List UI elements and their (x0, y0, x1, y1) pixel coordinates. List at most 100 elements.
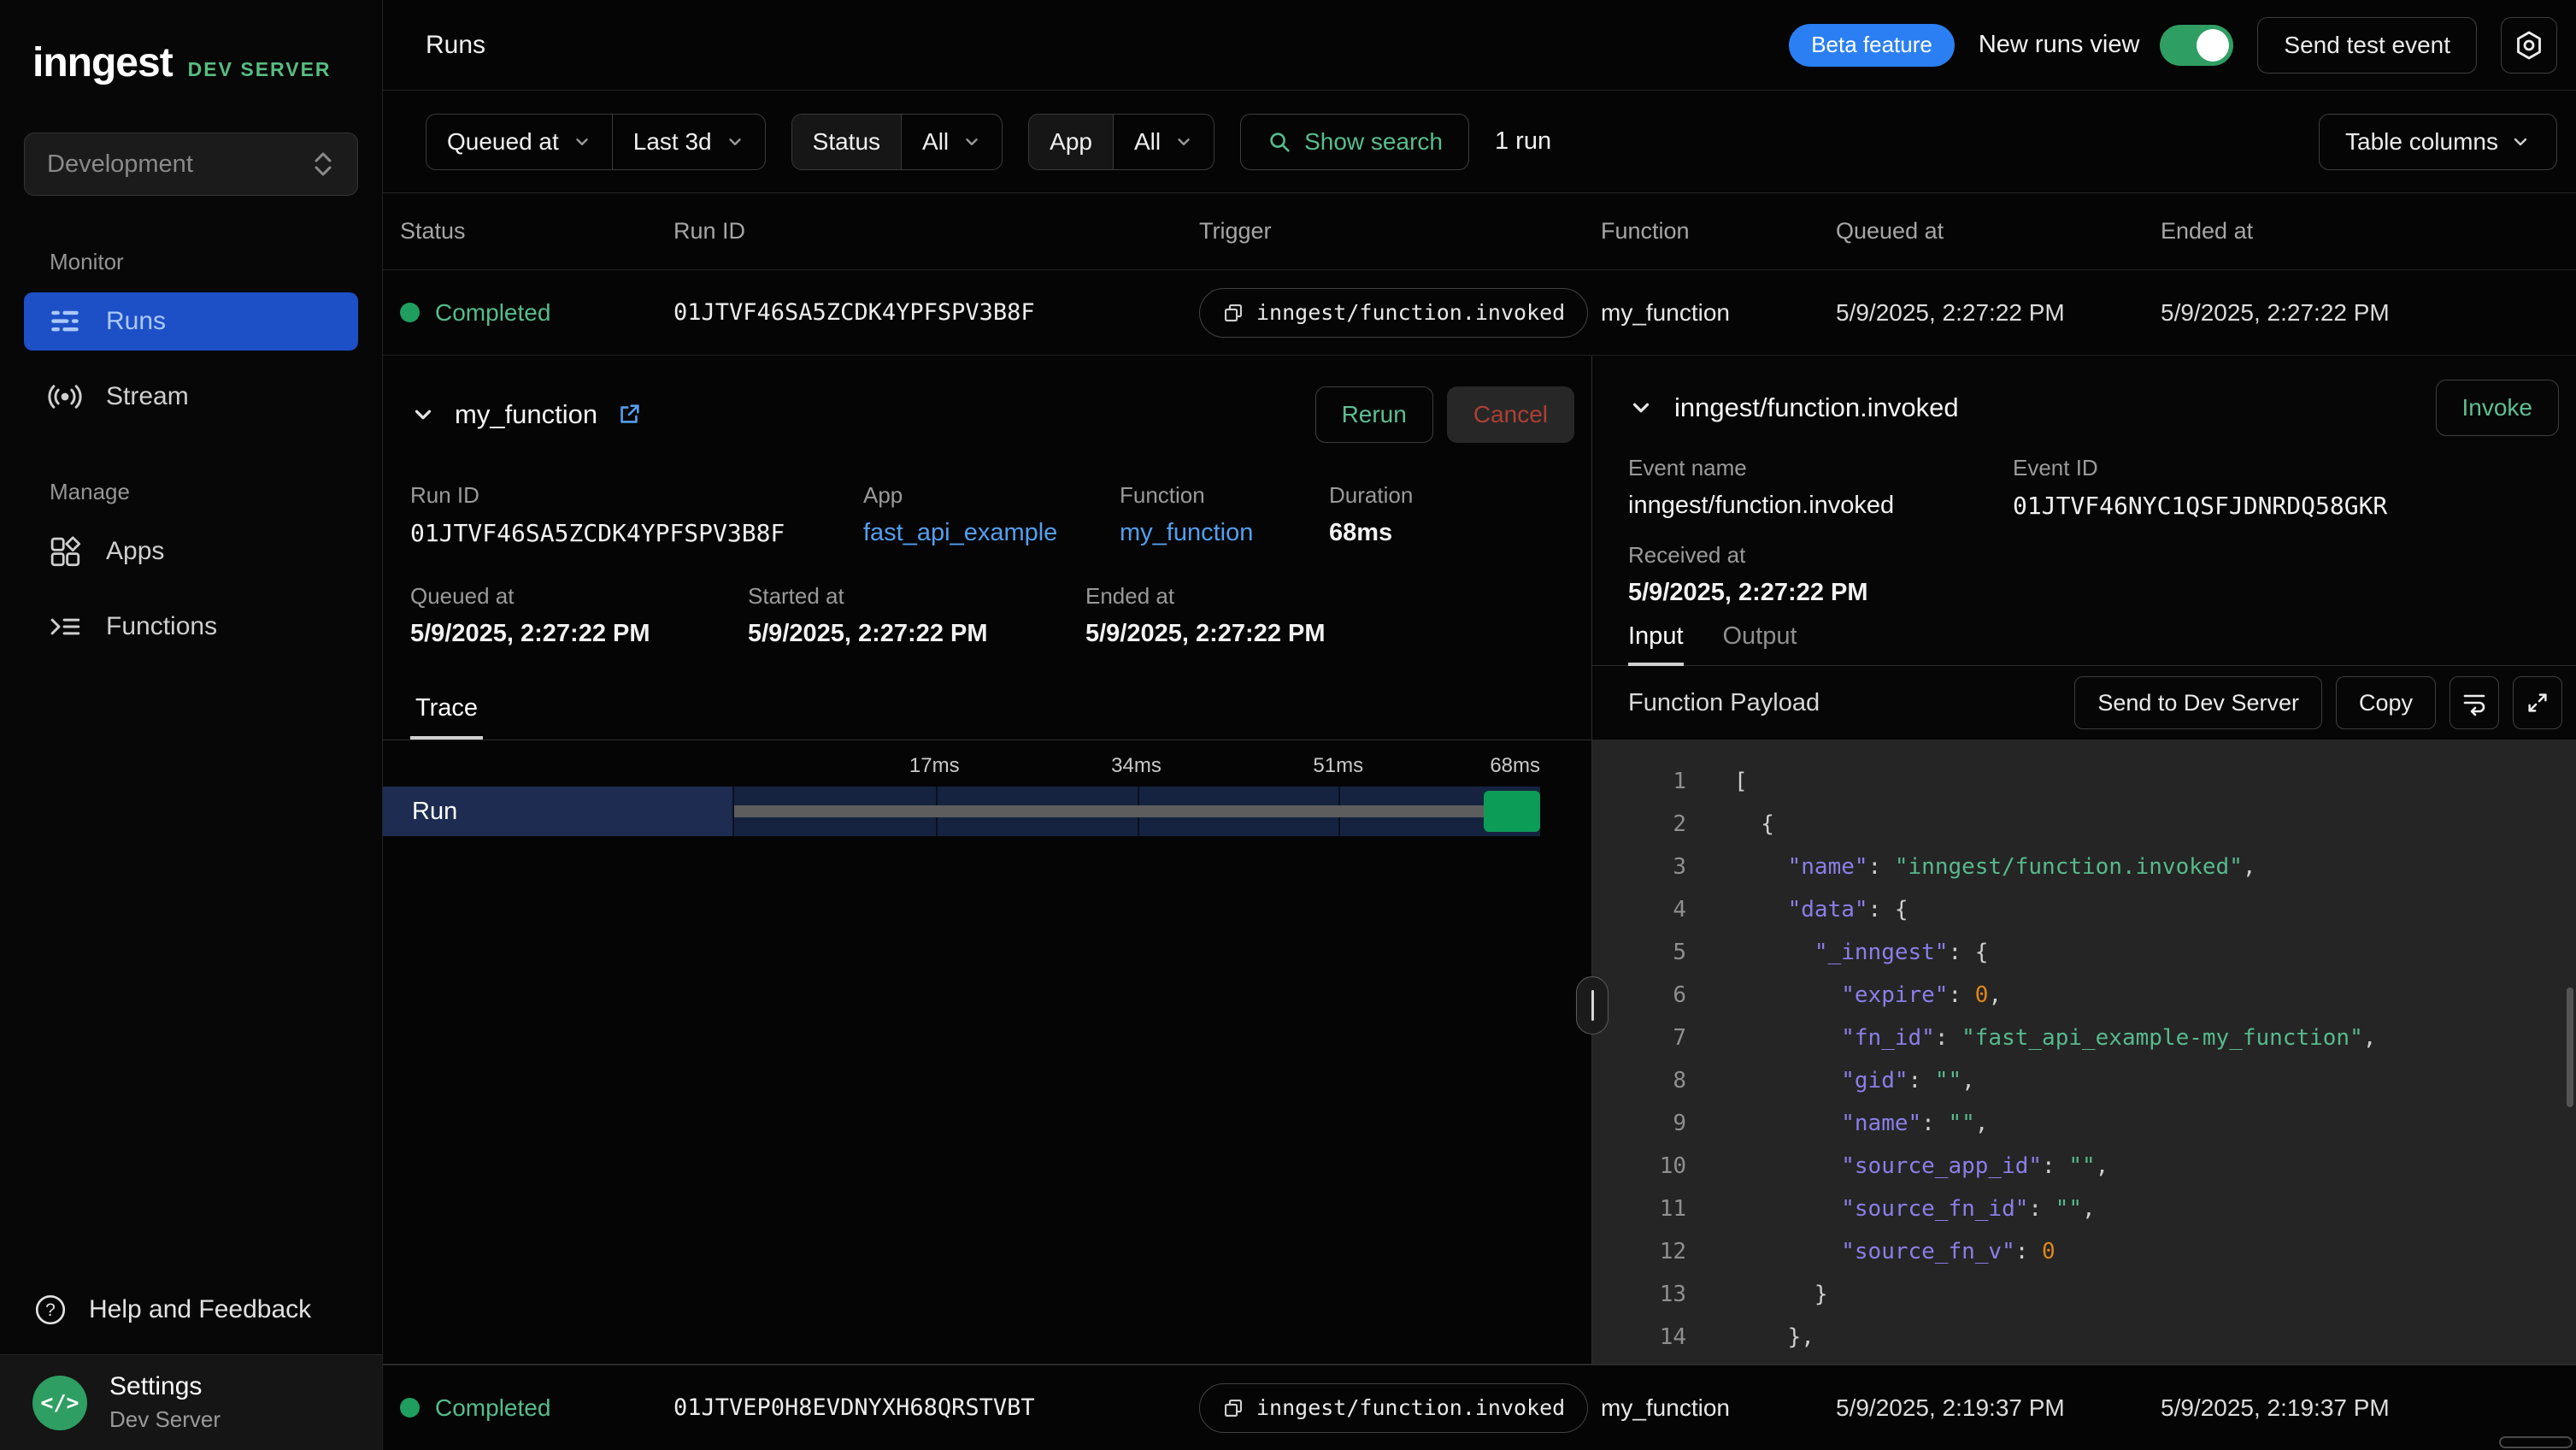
code-line: 3 "name": "inngest/function.invoked", (1592, 846, 2576, 888)
trace-row-run[interactable]: Run (383, 787, 1540, 836)
cancel-button[interactable]: Cancel (1447, 386, 1574, 443)
run-detail-header: my_function Rerun Cancel (410, 386, 1574, 443)
field-ended-at: Ended at 5/9/2025, 2:27:22 PM (1085, 583, 1574, 648)
sidebar-section-manage: Manage (50, 479, 382, 505)
code-line: 9 "name": "", (1592, 1102, 2576, 1145)
code-text: [ (1734, 760, 1748, 803)
logo-row: inngest DEV SERVER (0, 0, 382, 86)
app-filter-select[interactable]: All (1113, 115, 1214, 169)
table-columns-button[interactable]: Table columns (2319, 114, 2557, 170)
trigger-badge: inngest/function.invoked (1199, 1383, 1588, 1433)
sidebar-item-stream[interactable]: Stream (24, 368, 358, 426)
trace-duration-bar (734, 805, 1484, 817)
function-link[interactable]: my_function (1120, 519, 1329, 547)
send-to-dev-server-button[interactable]: Send to Dev Server (2074, 676, 2322, 729)
apps-icon (46, 533, 84, 569)
column-header-queued-at: Queued at (1836, 218, 2161, 245)
line-number: 13 (1592, 1273, 1686, 1316)
rerun-button[interactable]: Rerun (1315, 386, 1433, 443)
field-event-id: Event ID 01JTVF46NYC1QSFJDNRDQ58GKR (2013, 455, 2559, 520)
event-detail-header: inngest/function.invoked Invoke (1628, 380, 2559, 436)
tab-output[interactable]: Output (1723, 622, 1797, 665)
run-id: 01JTVF46SA5ZCDK4YPFSPV3B8F (673, 299, 1199, 326)
run-row[interactable]: Completed 01JTVF46SA5ZCDK4YPFSPV3B8F inn… (383, 270, 2576, 356)
sidebar-item-label: Runs (106, 307, 166, 336)
run-row[interactable]: Completed 01JTVEP0H8EVDNYXH68QRSTVBT inn… (383, 1365, 2576, 1450)
functions-icon (46, 609, 84, 645)
chevron-down-icon (962, 133, 981, 151)
environment-select[interactable]: Development (24, 133, 358, 196)
status-filter: Status All (791, 114, 1003, 170)
main-content: Runs Beta feature New runs view Send tes… (383, 0, 2576, 1450)
tab-input[interactable]: Input (1628, 622, 1684, 666)
time-field-select[interactable]: Queued at (426, 115, 612, 169)
status-dot-icon (400, 303, 420, 322)
app-link[interactable]: fast_api_example (863, 519, 1120, 547)
sidebar-item-apps[interactable]: Apps (24, 522, 358, 581)
dev-server-badge: DEV SERVER (188, 58, 332, 81)
tab-trace[interactable]: Trace (410, 694, 483, 740)
external-link-icon[interactable] (616, 402, 642, 427)
event-detail-panel: inngest/function.invoked Invoke Event na… (1591, 356, 2576, 1364)
topbar: Runs Beta feature New runs view Send tes… (383, 0, 2576, 91)
code-text: "fn_id": "fast_api_example-my_function", (1734, 1017, 2376, 1059)
code-text: "source_fn_id": "", (1734, 1188, 2096, 1230)
settings[interactable]: </> Settings Dev Server (0, 1354, 382, 1450)
trace-track (732, 787, 1540, 836)
code-line: 4 "data": { (1592, 888, 2576, 931)
horizontal-scrollbar[interactable] (2499, 1436, 2573, 1448)
collapse-chevron-icon[interactable] (1628, 395, 1654, 421)
expand-icon (2525, 690, 2550, 716)
run-queued-at: 5/9/2025, 2:19:37 PM (1836, 1394, 2161, 1422)
run-detail-fields-row1: Run ID 01JTVF46SA5ZCDK4YPFSPV3B8F App fa… (410, 482, 1574, 547)
line-number: 4 (1592, 888, 1686, 931)
show-search-button[interactable]: Show search (1240, 114, 1469, 170)
new-runs-view-toggle[interactable] (2160, 25, 2233, 66)
expand-button[interactable] (2513, 676, 2562, 729)
code-line: 11 "source_fn_id": "", (1592, 1188, 2576, 1230)
chevron-down-icon (573, 133, 591, 151)
sidebar-item-functions[interactable]: Functions (24, 598, 358, 656)
run-ended-at: 5/9/2025, 2:19:37 PM (2161, 1394, 2576, 1422)
settings-subtitle: Dev Server (109, 1406, 221, 1433)
run-id: 01JTVEP0H8EVDNYXH68QRSTVBT (673, 1394, 1199, 1421)
code-vertical-scrollbar[interactable] (2567, 987, 2573, 1107)
code-line: 10 "source_app_id": "", (1592, 1145, 2576, 1188)
app-filter-label: App (1029, 115, 1113, 169)
app-filter-value: All (1134, 128, 1161, 156)
run-status: Completed (400, 299, 673, 327)
field-received-at: Received at 5/9/2025, 2:27:22 PM (1628, 542, 2013, 607)
sidebar-item-runs[interactable]: Runs (24, 292, 358, 351)
trace-row-label: Run (383, 787, 732, 836)
line-number: 2 (1592, 803, 1686, 846)
code-line: 6 "expire": 0, (1592, 974, 2576, 1017)
copy-button[interactable]: Copy (2336, 676, 2436, 729)
run-detail-panel: my_function Rerun Cancel Run ID 01JTVF46… (383, 356, 2576, 1365)
code-text: }, (1734, 1316, 1814, 1359)
event-io-tabs: Input Output (1592, 622, 2576, 666)
send-test-event-button[interactable]: Send test event (2257, 17, 2477, 74)
collapse-chevron-icon[interactable] (410, 402, 436, 427)
run-function: my_function (1601, 1394, 1836, 1422)
run-detail-fields-row2: Queued at 5/9/2025, 2:27:22 PM Started a… (410, 583, 1574, 648)
sidebar-item-label: Stream (106, 382, 189, 411)
settings-gear-button[interactable] (2501, 17, 2557, 74)
code-text: { (1734, 803, 1774, 846)
app-window: inngest DEV SERVER Development Monitor R… (0, 0, 2576, 1450)
help-and-feedback[interactable]: ? Help and Feedback (0, 1265, 382, 1354)
environment-select-value: Development (47, 150, 193, 179)
column-header-status: Status (400, 218, 673, 245)
run-ended-at: 5/9/2025, 2:27:22 PM (2161, 299, 2576, 327)
sidebar: inngest DEV SERVER Development Monitor R… (0, 0, 383, 1450)
run-function: my_function (1601, 299, 1836, 327)
line-number: 11 (1592, 1188, 1686, 1230)
word-wrap-button[interactable] (2450, 676, 2499, 729)
dev-server-avatar: </> (32, 1376, 87, 1430)
status-filter-select[interactable]: All (901, 115, 1002, 169)
invoke-button[interactable]: Invoke (2436, 380, 2560, 436)
stream-icon (46, 379, 84, 415)
settings-title: Settings (109, 1372, 221, 1401)
settings-text: Settings Dev Server (109, 1372, 221, 1433)
time-range-select[interactable]: Last 3d (612, 115, 765, 169)
panel-resize-handle[interactable] (1576, 976, 1609, 1034)
